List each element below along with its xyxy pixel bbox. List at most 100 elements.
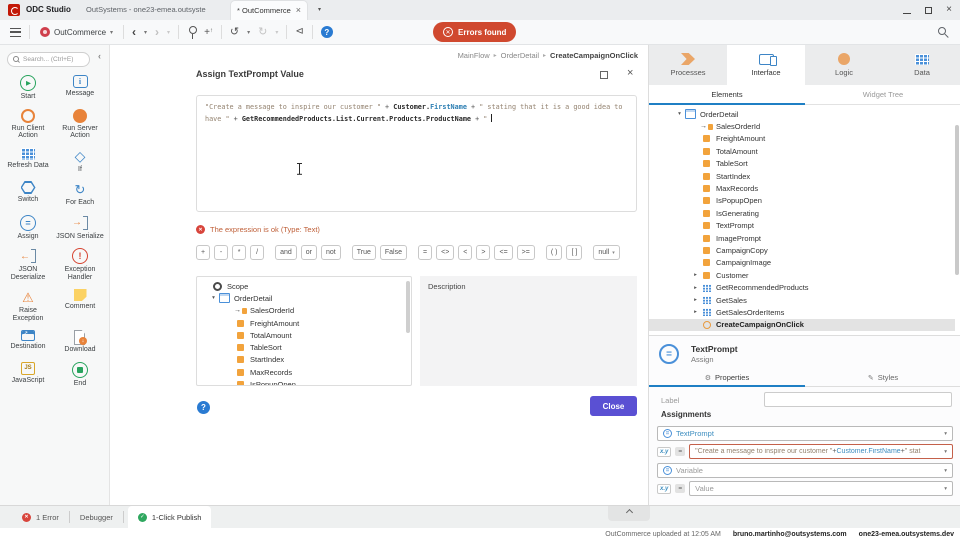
tab-widget-tree[interactable]: Widget Tree bbox=[805, 85, 960, 104]
tree-item[interactable]: ImagePrompt bbox=[649, 232, 955, 244]
toolbox-item[interactable]: Raise Exception bbox=[2, 289, 54, 322]
tree-item[interactable]: SalesOrderId bbox=[649, 120, 955, 132]
tab-properties[interactable]: Properties bbox=[649, 369, 805, 387]
tree-item[interactable]: MaxRecords bbox=[649, 182, 955, 194]
search-icon[interactable] bbox=[938, 27, 948, 37]
one-click-publish-tab[interactable]: 1-Click Publish bbox=[127, 506, 212, 528]
dialog-maximize-icon[interactable] bbox=[600, 71, 608, 79]
toolbox-item[interactable]: Assign bbox=[2, 214, 54, 241]
toolbox-item[interactable]: Switch bbox=[2, 181, 54, 207]
operator-button[interactable]: - bbox=[214, 245, 229, 260]
scope-tree-item[interactable]: ▾ OrderDetail bbox=[197, 292, 411, 304]
toolbox-item[interactable]: Run Client Action bbox=[2, 108, 54, 140]
operator-button[interactable]: * bbox=[232, 245, 247, 260]
operator-button[interactable]: False bbox=[379, 245, 408, 260]
operator-button[interactable]: ( ) bbox=[545, 245, 563, 260]
tree-item[interactable]: CreateCampaignOnClick bbox=[649, 318, 955, 332]
scope-tree-item[interactable]: TableSort bbox=[197, 341, 411, 353]
tree-item[interactable]: StartIndex bbox=[649, 170, 955, 182]
operator-button[interactable]: null bbox=[593, 245, 620, 260]
expand-arrow-icon[interactable]: ▸ bbox=[691, 285, 700, 291]
scope-tree-item[interactable]: Scope bbox=[197, 280, 411, 292]
forward-icon[interactable] bbox=[155, 26, 159, 38]
label-input[interactable] bbox=[764, 392, 952, 407]
expand-arrow-icon[interactable]: ▸ bbox=[691, 309, 700, 315]
debugger-tab[interactable]: Debugger bbox=[70, 506, 123, 528]
toolbox-item[interactable]: Start bbox=[2, 75, 54, 101]
operator-button[interactable]: and bbox=[275, 245, 297, 260]
tree-item[interactable]: ▾ OrderDetail bbox=[649, 108, 955, 120]
toolbox-item[interactable]: Refresh Data bbox=[2, 147, 54, 174]
tree-item[interactable]: ▸ Customer bbox=[649, 269, 955, 281]
operator-button[interactable]: > bbox=[476, 245, 491, 260]
errors-status-tab[interactable]: 1 Error bbox=[12, 506, 69, 528]
tab-processes[interactable]: Processes bbox=[649, 45, 727, 85]
tree-item[interactable]: IsPopupOpen bbox=[649, 195, 955, 207]
tree-item[interactable]: CampaignCopy bbox=[649, 244, 955, 256]
operator-button[interactable]: [ ] bbox=[566, 245, 583, 260]
scope-scrollbar[interactable] bbox=[406, 281, 410, 333]
toolbox-item[interactable]: Run Server Action bbox=[54, 108, 106, 140]
feedback-icon[interactable] bbox=[295, 27, 303, 37]
operator-button[interactable]: True bbox=[351, 245, 376, 260]
errors-found-badge[interactable]: Errors found bbox=[433, 22, 517, 42]
module-selector[interactable]: OutCommerce bbox=[38, 27, 115, 37]
operator-button[interactable]: / bbox=[250, 245, 265, 260]
tab-logic[interactable]: Logic bbox=[805, 45, 883, 85]
tree-item[interactable]: ▸ GetSalesOrderItems bbox=[649, 306, 955, 318]
operator-button[interactable]: <= bbox=[494, 245, 513, 260]
scope-tree-item[interactable]: TotalAmount bbox=[197, 329, 411, 341]
toolbox-item[interactable]: Destination bbox=[2, 330, 54, 354]
expand-arrow-icon[interactable]: ▸ bbox=[691, 272, 700, 278]
toolbox-item[interactable]: Exception Handler bbox=[54, 248, 106, 281]
menu-icon[interactable] bbox=[10, 27, 21, 37]
scope-tree-item[interactable]: MaxRecords bbox=[197, 366, 411, 378]
tab-close-icon[interactable] bbox=[296, 6, 301, 15]
toolbox-item[interactable]: Download bbox=[54, 330, 106, 354]
operator-button[interactable]: < bbox=[458, 245, 473, 260]
dialog-help-icon[interactable]: ? bbox=[197, 401, 210, 414]
tree-item[interactable]: TextPrompt bbox=[649, 220, 955, 232]
operator-button[interactable]: >= bbox=[516, 245, 535, 260]
collapse-panel-button[interactable] bbox=[608, 506, 650, 521]
close-button[interactable]: Close bbox=[590, 396, 637, 416]
variable-placeholder-dropdown[interactable]: Variable bbox=[657, 463, 953, 478]
tree-item[interactable]: TableSort bbox=[649, 158, 955, 170]
back-icon[interactable] bbox=[132, 26, 136, 38]
help-icon[interactable]: ? bbox=[320, 26, 333, 38]
tab-data[interactable]: Data bbox=[883, 45, 960, 85]
breadcrumb-item[interactable]: OrderDetail bbox=[501, 51, 539, 60]
collapse-sidebar-icon[interactable] bbox=[98, 51, 101, 61]
toolbox-item[interactable]: End bbox=[54, 361, 106, 388]
tree-item[interactable]: ▸ GetSales bbox=[649, 294, 955, 306]
toolbox-item[interactable]: If bbox=[54, 148, 106, 174]
undo-history-caret-icon[interactable] bbox=[247, 29, 250, 36]
scope-tree-item[interactable]: IsPopupOpen bbox=[197, 378, 411, 385]
scope-tree-item[interactable]: StartIndex bbox=[197, 354, 411, 366]
back-history-caret-icon[interactable] bbox=[144, 29, 147, 36]
operator-button[interactable]: <> bbox=[436, 245, 455, 260]
tree-item[interactable]: FreightAmount bbox=[649, 133, 955, 145]
breadcrumb-item[interactable]: MainFlow bbox=[458, 51, 490, 60]
undo-icon[interactable] bbox=[230, 27, 239, 38]
variable-dropdown[interactable]: TextPrompt bbox=[657, 426, 953, 441]
toolbox-item[interactable]: For Each bbox=[54, 181, 106, 207]
toolbox-item[interactable]: Comment bbox=[54, 289, 106, 322]
tree-scrollbar[interactable] bbox=[955, 125, 959, 275]
tab-interface[interactable]: Interface bbox=[727, 45, 805, 85]
tree-item[interactable]: ▸ GetRecommendedProducts bbox=[649, 281, 955, 293]
scope-tree-item[interactable]: SalesOrderId bbox=[197, 305, 411, 317]
tab-styles[interactable]: Styles bbox=[805, 369, 960, 386]
maximize-icon[interactable] bbox=[925, 6, 933, 14]
operator-button[interactable]: + bbox=[196, 245, 211, 260]
expand-arrow-icon[interactable]: ▾ bbox=[675, 111, 684, 117]
value-placeholder-dropdown[interactable]: Value bbox=[689, 481, 953, 496]
toolbox-item[interactable]: JSON Serialize bbox=[54, 215, 106, 241]
toolbox-item[interactable]: JavaScript bbox=[2, 361, 54, 388]
toolbox-search-input[interactable] bbox=[23, 56, 83, 63]
redo-icon[interactable] bbox=[258, 27, 267, 38]
toolbox-item[interactable]: JSON Deserialize bbox=[2, 248, 54, 281]
minimize-icon[interactable] bbox=[903, 7, 912, 14]
value-expression-dropdown[interactable]: "Create a message to inspire our custome… bbox=[689, 444, 953, 459]
breadcrumb-item-current[interactable]: CreateCampaignOnClick bbox=[550, 51, 638, 60]
